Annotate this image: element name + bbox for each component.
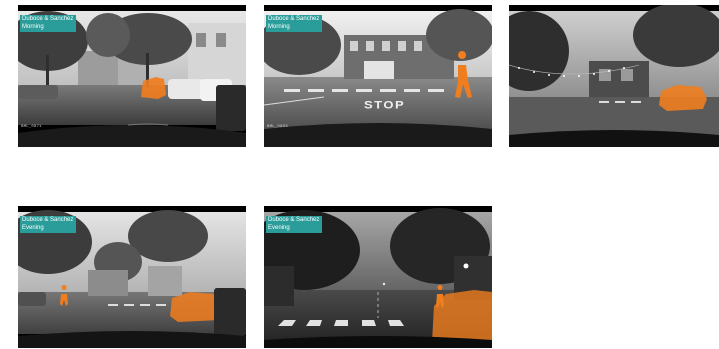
time-of-day-label: Evening: [22, 224, 44, 231]
road-marking-text: STOP: [364, 98, 406, 111]
time-of-day-label: Evening: [268, 224, 290, 231]
location-label: Duboce & Sanchez: [268, 16, 320, 22]
location-time-badge: Duboce & Sanchez Evening: [20, 216, 77, 233]
street-scene-image: [509, 5, 719, 147]
time-of-day-label: Morning: [268, 23, 290, 30]
camera-frame-1: Duboce & Sanchez Morning BML_0871: [18, 5, 246, 147]
frame-id: BML_0871: [21, 125, 42, 129]
location-label: Duboce & Sanchez: [22, 16, 74, 22]
location-time-badge: Duboce & Sanchez Evening: [266, 216, 323, 233]
camera-frame-4: Duboce & Sanchez Evening: [18, 206, 246, 348]
time-of-day-label: Morning: [22, 23, 44, 30]
frame-id: BML_0903: [267, 125, 288, 129]
camera-frame-3: [509, 5, 719, 147]
location-time-badge: Duboce & Sanchez Morning: [20, 15, 77, 32]
camera-frame-5: Duboce & Sanchez Evening: [264, 206, 492, 348]
location-time-badge: Duboce & Sanchez Morning: [266, 15, 323, 32]
location-label: Duboce & Sanchez: [22, 217, 74, 223]
location-label: Duboce & Sanchez: [268, 217, 320, 223]
camera-frame-2: Duboce & Sanchez Morning STOP BML_0903: [264, 5, 492, 147]
